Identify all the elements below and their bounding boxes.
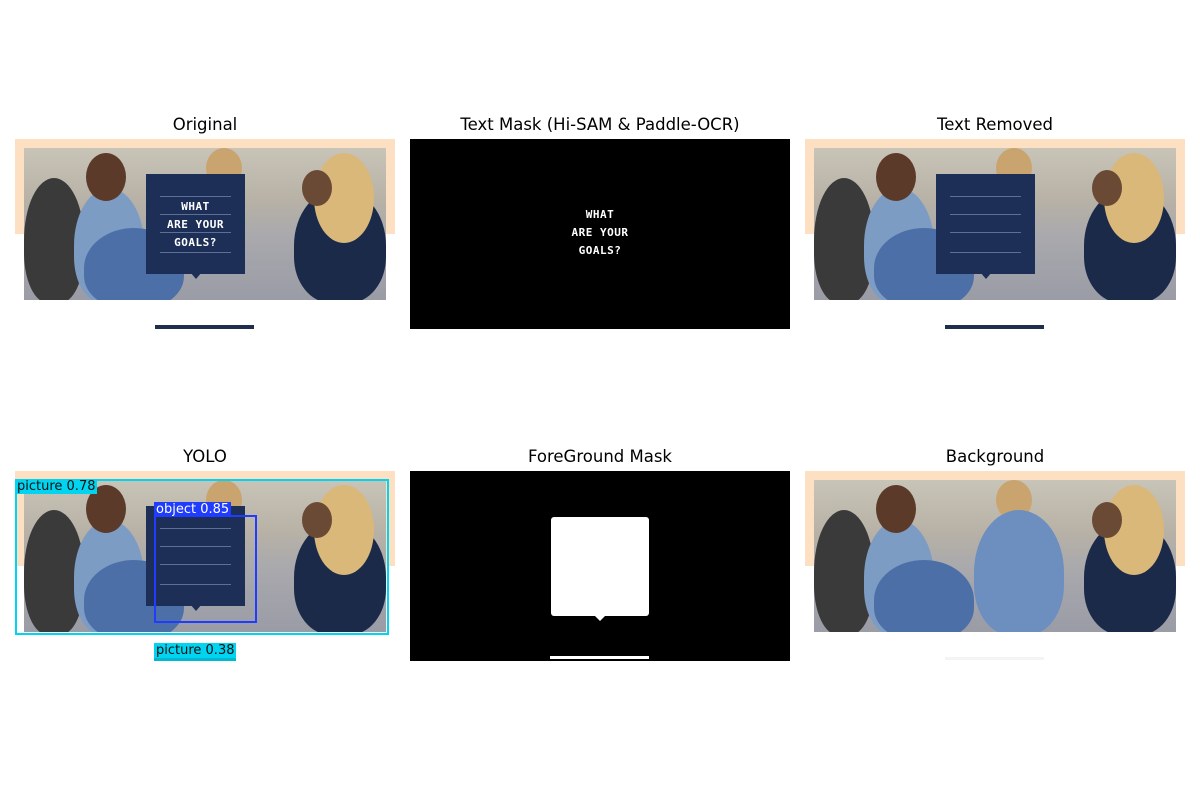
original-image: WHAT ARE YOUR GOALS? [15, 139, 395, 329]
panel-title-text-removed: Text Removed [936, 115, 1054, 134]
mask-line-3: GOALS? [578, 244, 622, 257]
bottom-line [945, 325, 1044, 329]
classroom-photo-inpainted [814, 480, 1176, 632]
object-label: object 0.85 [154, 502, 232, 517]
mask-line-1: WHAT [585, 208, 615, 221]
goals-card: WHAT ARE YOUR GOALS? [146, 174, 245, 279]
panel-title-background: Background [945, 447, 1045, 466]
line-mask [550, 656, 649, 659]
card-line-2: ARE YOUR [167, 218, 224, 231]
text-removed-image [805, 139, 1185, 329]
background-image [805, 471, 1185, 661]
bottom-line [155, 325, 254, 329]
mask-line-2: ARE YOUR [571, 226, 629, 239]
panel-title-foreground-mask: ForeGround Mask [527, 447, 672, 466]
panel-title-text-mask: Text Mask (Hi-SAM & Paddle-OCR) [460, 115, 740, 134]
picture-label: picture 0.78 [15, 479, 98, 494]
blank-card [936, 174, 1035, 279]
yolo-image: picture 0.78 object 0.85 picture 0.38 [15, 471, 395, 661]
card-line-1: WHAT [181, 200, 210, 213]
card-tail-mask [593, 614, 607, 621]
faint-line [945, 657, 1044, 660]
panel-title-original: Original [172, 115, 238, 134]
object-bounding-box [154, 515, 257, 623]
panel-title-yolo: YOLO [183, 447, 227, 466]
card-line-3: GOALS? [174, 236, 217, 249]
text-mask-image: WHAT ARE YOUR GOALS? [410, 139, 790, 329]
card-mask [551, 517, 649, 616]
foreground-mask-image [410, 471, 790, 661]
picture-label-small: picture 0.38 [154, 643, 237, 661]
